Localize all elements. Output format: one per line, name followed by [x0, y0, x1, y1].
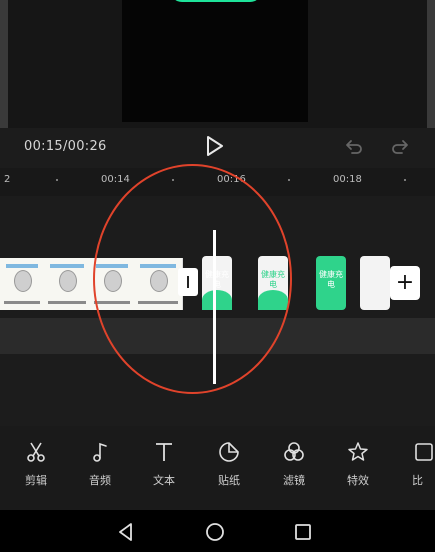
ruler-tick-label: 2	[4, 174, 11, 185]
preview-right-strip	[427, 0, 435, 128]
ruler-dot	[288, 179, 290, 181]
tool-cut[interactable]: 剪辑	[14, 440, 58, 488]
ruler-dot	[56, 179, 58, 181]
text-icon	[156, 443, 172, 461]
clip-thumbnail[interactable]	[44, 258, 91, 310]
undo-icon[interactable]	[344, 136, 364, 156]
green-clip[interactable]: 健康充电	[316, 256, 346, 310]
tool-label: 剪辑	[25, 474, 47, 487]
tool-label: 文本	[153, 474, 175, 487]
preview-left-strip	[0, 0, 8, 128]
tool-sticker[interactable]: 贴纸	[207, 440, 251, 488]
ruler-tick-label: 00:18	[333, 174, 362, 185]
preview-green-element	[170, 0, 262, 2]
annotation-circle	[93, 164, 292, 394]
scissors-icon	[27, 442, 45, 462]
play-icon[interactable]	[206, 136, 224, 156]
redo-icon[interactable]	[390, 136, 410, 156]
home-icon[interactable]	[203, 520, 227, 544]
video-preview-frame[interactable]	[122, 0, 308, 122]
clip-thumbnail-end[interactable]	[360, 256, 390, 310]
back-icon[interactable]	[114, 520, 138, 544]
ruler-dot	[404, 179, 406, 181]
ratio-icon	[415, 443, 433, 461]
tool-effects[interactable]: 特效	[336, 440, 380, 488]
tool-filter[interactable]: 滤镜	[272, 440, 316, 488]
tool-ratio[interactable]: 比	[406, 440, 435, 488]
tool-text[interactable]: 文本	[142, 440, 186, 488]
music-note-icon	[93, 442, 107, 462]
clip-thumbnail[interactable]	[0, 258, 45, 310]
tool-label: 贴纸	[218, 474, 240, 487]
recents-icon[interactable]	[291, 520, 315, 544]
tool-label: 比	[412, 474, 423, 487]
tool-label: 音频	[89, 474, 111, 487]
tool-audio[interactable]: 音频	[78, 440, 122, 488]
tool-label: 特效	[347, 474, 369, 487]
sticker-icon	[219, 442, 239, 462]
filter-icon	[284, 442, 304, 461]
effects-icon	[348, 442, 368, 461]
add-clip-button[interactable]: +	[390, 266, 420, 300]
ruler-tick-label: 00:14	[101, 174, 130, 185]
clip-label: 健康充电	[319, 270, 343, 289]
tool-label: 滤镜	[283, 474, 305, 487]
timecode: 00:15/00:26	[24, 139, 107, 154]
